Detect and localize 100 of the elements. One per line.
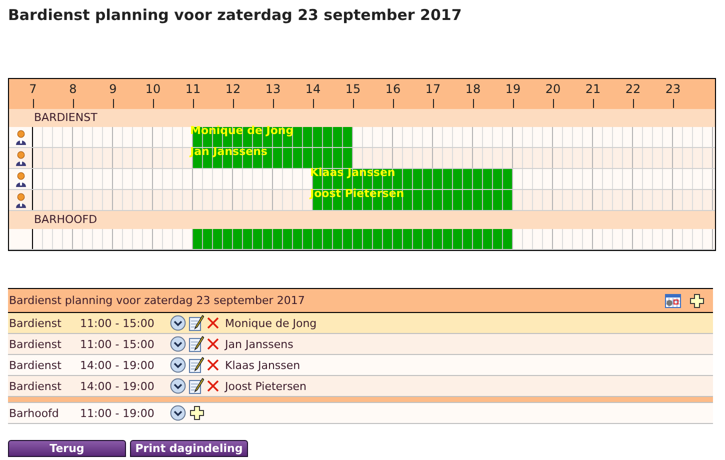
back-button[interactable]: Terug (8, 440, 126, 457)
shift-cell (493, 229, 503, 249)
shift-cell (353, 229, 363, 249)
shift-cell (343, 127, 353, 147)
person-name: Joost Pietersen (225, 380, 307, 392)
role-text: Barhoofd (8, 406, 60, 420)
shift-cell (493, 190, 503, 210)
dropdown-icon[interactable] (170, 378, 186, 394)
shift-cell (413, 190, 423, 210)
role-text: Bardienst (8, 338, 62, 350)
shift-cell (323, 127, 333, 147)
time-text: 11:00 - 19:00 (80, 406, 156, 420)
shift-cell (263, 229, 273, 249)
shift-cell (453, 169, 463, 189)
delete-icon[interactable] (207, 317, 219, 329)
shift-cell (403, 190, 413, 210)
hour-label: 9 (109, 82, 117, 96)
shift-cell (493, 169, 503, 189)
page-title: Bardienst planning voor zaterdag 23 september 2017 (7, 5, 463, 26)
shift-cell (473, 169, 483, 189)
add-icon[interactable] (689, 292, 705, 308)
shift-cell (363, 229, 373, 249)
shift-cell (433, 229, 443, 249)
shift-cell (483, 169, 493, 189)
edit-icon[interactable] (189, 357, 204, 373)
add-icon[interactable] (189, 405, 205, 421)
shift-row[interactable]: Bardienst 14:00 - 19:00 Klaas Janssen (8, 355, 713, 376)
person-name: Monique de Jong (225, 316, 317, 330)
time-text: 11:00 - 15:00 (80, 316, 156, 330)
person-icon (14, 192, 26, 208)
shift-cell (313, 229, 323, 249)
shift-cell (483, 229, 493, 249)
shift-cell (293, 148, 303, 168)
hour-label: 21 (585, 82, 601, 96)
shift-row[interactable]: Barhoofd 11:00 - 19:00 (8, 403, 713, 424)
person-icon (14, 150, 26, 166)
shift-cell (323, 148, 333, 168)
print-button[interactable]: Print dagindeling (130, 440, 248, 457)
shift-cell (233, 229, 243, 249)
shift-cell (243, 229, 253, 249)
shift-cell (433, 190, 443, 210)
shift-cell (213, 229, 223, 249)
delete-icon[interactable] (207, 380, 219, 392)
shift-cell (453, 229, 463, 249)
shift-cell (423, 229, 433, 249)
shift-cell (433, 169, 443, 189)
shift-cell (193, 229, 203, 249)
shift-row[interactable]: Bardienst 11:00 - 15:00 Monique de Jong (8, 313, 713, 334)
shift-cell (443, 169, 453, 189)
shift-cell (473, 190, 483, 210)
shift-cell (313, 148, 323, 168)
shift-cell (343, 148, 353, 168)
dropdown-icon[interactable] (170, 336, 186, 352)
shift-cell (333, 229, 343, 249)
person-icon (14, 172, 26, 186)
shift-cell (313, 127, 323, 147)
shift-cell (413, 169, 423, 189)
shift-cell (223, 229, 233, 249)
shift-cell (403, 169, 413, 189)
edit-icon[interactable] (189, 315, 204, 331)
shift-cell (303, 229, 313, 249)
shift-cell (283, 148, 293, 168)
hour-label: 23 (665, 82, 681, 96)
shift-cell (393, 169, 403, 189)
section-label: BARDIENST (9, 109, 715, 127)
edit-icon[interactable] (189, 378, 204, 394)
shift-cell (273, 148, 283, 168)
delete-icon[interactable] (207, 359, 219, 371)
delete-icon[interactable] (207, 338, 219, 350)
role-text: Bardienst (8, 380, 62, 392)
shift-cell (463, 229, 473, 249)
shift-cell (273, 229, 283, 249)
shift-cell (373, 229, 383, 249)
time-text: 14:00 - 19:00 (80, 380, 156, 392)
dropdown-icon[interactable] (170, 405, 186, 421)
role-text: Bardienst (8, 316, 62, 330)
shift-cell (303, 127, 313, 147)
shift-cell (393, 229, 403, 249)
hour-label: 7 (29, 82, 37, 96)
time-text: 11:00 - 15:00 (80, 338, 156, 350)
shift-cell (293, 229, 303, 249)
dropdown-icon[interactable] (170, 357, 186, 373)
shift-cell (413, 229, 423, 249)
shift-cell (333, 148, 343, 168)
shift-cell (483, 190, 493, 210)
shift-row[interactable]: Bardienst 11:00 - 15:00 Jan Janssens (8, 334, 713, 355)
hour-label: 14 (305, 82, 321, 96)
calendar-icon[interactable] (665, 294, 681, 308)
hour-label: 19 (505, 82, 521, 96)
shift-row[interactable]: Bardienst 14:00 - 19:00 Joost Pietersen (8, 376, 713, 397)
shift-cell (303, 148, 313, 168)
edit-icon[interactable] (189, 336, 204, 352)
hour-label: 11 (185, 82, 201, 96)
shift-cell (333, 127, 343, 147)
shift-cell (323, 229, 333, 249)
hour-label: 8 (69, 82, 77, 96)
hour-label: 10 (145, 82, 161, 96)
hour-label: 16 (385, 82, 401, 96)
shift-cell (443, 190, 453, 210)
dropdown-icon[interactable] (170, 315, 186, 331)
